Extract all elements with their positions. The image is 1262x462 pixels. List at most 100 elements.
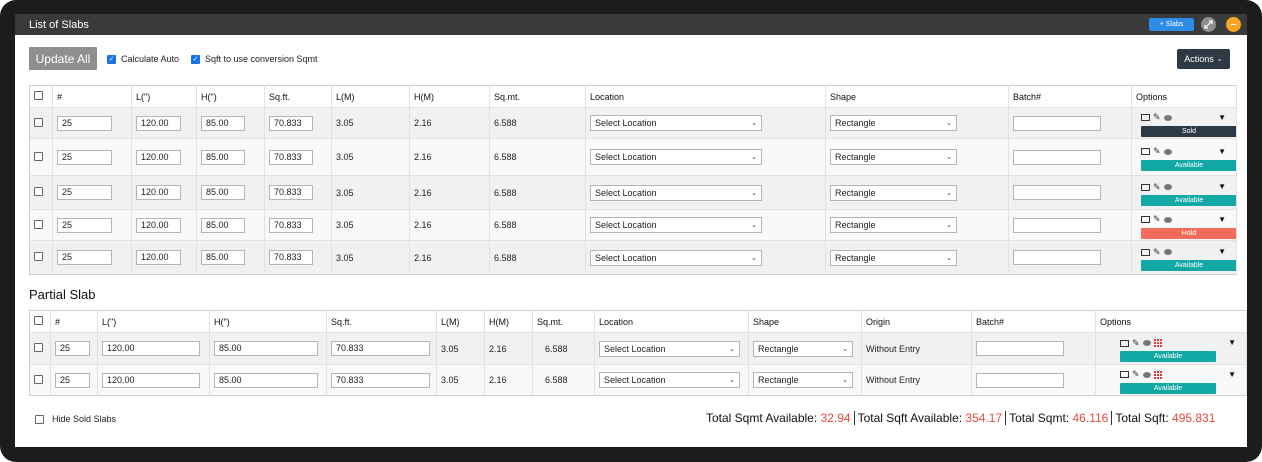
- sqft-input[interactable]: 70.833: [269, 115, 313, 131]
- select-all-checkbox[interactable]: [34, 91, 43, 100]
- image-icon[interactable]: [1141, 148, 1150, 155]
- shape-select[interactable]: Rectangle ⌄: [753, 372, 853, 388]
- pencil-icon[interactable]: ✎: [1132, 370, 1140, 379]
- length-in-input[interactable]: 120.00: [136, 149, 181, 165]
- shape-select[interactable]: Rectangle ⌄: [753, 340, 853, 357]
- pencil-icon[interactable]: ✎: [1153, 113, 1161, 122]
- comment-icon[interactable]: [1163, 184, 1172, 190]
- caret-down-icon[interactable]: ▼: [1228, 338, 1236, 347]
- pencil-icon[interactable]: ✎: [1132, 338, 1140, 348]
- comment-icon[interactable]: [1142, 371, 1151, 378]
- sqft-input[interactable]: 70.833: [269, 217, 313, 233]
- shape-select[interactable]: Rectangle ⌄: [830, 217, 957, 233]
- caret-down-icon[interactable]: ▼: [1218, 247, 1226, 256]
- row-checkbox[interactable]: [34, 117, 43, 127]
- num-input[interactable]: 25: [55, 372, 90, 388]
- shape-select[interactable]: Rectangle ⌄: [830, 249, 957, 266]
- minimize-button[interactable]: –: [1226, 17, 1241, 32]
- row-checkbox[interactable]: [34, 151, 43, 161]
- pencil-icon[interactable]: ✎: [1153, 215, 1161, 224]
- row-checkbox[interactable]: [34, 374, 43, 384]
- shape-select[interactable]: Rectangle ⌄: [830, 149, 957, 165]
- shape-select[interactable]: Rectangle ⌄: [830, 115, 957, 131]
- update-all-button[interactable]: Update All: [29, 47, 97, 70]
- image-icon[interactable]: [1120, 371, 1129, 378]
- location-select[interactable]: Select Location ⌄: [599, 372, 740, 388]
- image-icon[interactable]: [1141, 216, 1150, 223]
- hide-sold-option[interactable]: Hide Sold Slabs: [35, 414, 116, 424]
- location-select[interactable]: Select Location ⌄: [590, 249, 762, 266]
- height-in-input[interactable]: 85.00: [214, 341, 318, 356]
- caret-down-icon[interactable]: ▼: [1218, 182, 1226, 191]
- location-select[interactable]: Select Location ⌄: [590, 149, 762, 165]
- image-icon[interactable]: [1120, 339, 1129, 347]
- length-in-input[interactable]: 120.00: [136, 185, 181, 200]
- batch-input[interactable]: [1013, 115, 1101, 131]
- length-in-input[interactable]: 120.00: [136, 115, 181, 131]
- num-input[interactable]: 25: [57, 185, 112, 200]
- length-in-input[interactable]: 120.00: [102, 372, 200, 388]
- row-checkbox[interactable]: [34, 219, 43, 229]
- num-input[interactable]: 25: [57, 250, 112, 265]
- sqft-input[interactable]: 70.833: [331, 372, 430, 388]
- num-input[interactable]: 25: [57, 115, 112, 131]
- location-select[interactable]: Select Location ⌄: [590, 115, 762, 131]
- row-select-cell: [29, 175, 53, 210]
- caret-down-icon[interactable]: ▼: [1218, 215, 1226, 224]
- sqft-input[interactable]: 70.833: [269, 185, 313, 200]
- hide-sold-checkbox[interactable]: [35, 414, 44, 424]
- length-in-input[interactable]: 120.00: [136, 217, 181, 233]
- comment-icon[interactable]: [1163, 249, 1172, 255]
- expand-icon[interactable]: [1201, 17, 1216, 32]
- image-icon[interactable]: [1141, 114, 1150, 121]
- sqft-conversion-option[interactable]: ✓ Sqft to use conversion Sqmt: [191, 54, 318, 64]
- batch-input[interactable]: [976, 341, 1064, 356]
- image-icon[interactable]: [1141, 183, 1150, 191]
- height-in-input[interactable]: 85.00: [201, 185, 245, 200]
- location-select[interactable]: Select Location ⌄: [590, 184, 762, 201]
- actions-button[interactable]: Actions ⌄: [1177, 49, 1230, 69]
- pencil-icon[interactable]: ✎: [1153, 182, 1161, 192]
- row-checkbox[interactable]: [34, 343, 43, 352]
- partial-select-all-checkbox[interactable]: [34, 316, 43, 325]
- sqft-input[interactable]: 70.833: [269, 149, 313, 165]
- num-input[interactable]: 25: [57, 149, 112, 165]
- sqft-input[interactable]: 70.833: [331, 341, 430, 356]
- row-checkbox[interactable]: [34, 187, 43, 196]
- height-in-input[interactable]: 85.00: [201, 115, 245, 131]
- calculate-auto-checkbox[interactable]: ✓: [107, 54, 116, 64]
- height-in-input[interactable]: 85.00: [201, 217, 245, 233]
- caret-down-icon[interactable]: ▼: [1228, 370, 1236, 379]
- row-checkbox[interactable]: [34, 252, 43, 261]
- batch-input[interactable]: [1013, 149, 1101, 165]
- sqft-conversion-checkbox[interactable]: ✓: [191, 54, 200, 64]
- sqft-input[interactable]: 70.833: [269, 250, 313, 265]
- location-select[interactable]: Select Location ⌄: [599, 340, 740, 357]
- add-slabs-button[interactable]: + Slabs: [1149, 18, 1194, 31]
- comment-icon[interactable]: [1163, 148, 1172, 155]
- image-icon[interactable]: [1141, 248, 1150, 256]
- caret-down-icon[interactable]: ▼: [1218, 147, 1226, 156]
- comment-icon[interactable]: [1163, 114, 1172, 121]
- calculate-auto-option[interactable]: ✓ Calculate Auto: [107, 54, 179, 64]
- batch-input[interactable]: [1013, 250, 1101, 265]
- grid-icon[interactable]: [1153, 339, 1162, 347]
- pencil-icon[interactable]: ✎: [1153, 147, 1161, 156]
- height-in-input[interactable]: 85.00: [201, 250, 245, 265]
- batch-input[interactable]: [1013, 217, 1101, 233]
- batch-input[interactable]: [976, 372, 1064, 388]
- location-select[interactable]: Select Location ⌄: [590, 217, 762, 233]
- length-in-input[interactable]: 120.00: [102, 341, 200, 356]
- grid-icon[interactable]: [1153, 370, 1162, 379]
- length-in-input[interactable]: 120.00: [136, 250, 181, 265]
- num-input[interactable]: 25: [57, 217, 112, 233]
- height-in-input[interactable]: 85.00: [201, 149, 245, 165]
- shape-select[interactable]: Rectangle ⌄: [830, 184, 957, 201]
- batch-input[interactable]: [1013, 185, 1101, 200]
- height-in-input[interactable]: 85.00: [214, 372, 318, 388]
- comment-icon[interactable]: [1142, 340, 1151, 346]
- pencil-icon[interactable]: ✎: [1153, 247, 1161, 257]
- caret-down-icon[interactable]: ▼: [1218, 113, 1226, 122]
- num-input[interactable]: 25: [55, 341, 90, 356]
- comment-icon[interactable]: [1163, 216, 1172, 223]
